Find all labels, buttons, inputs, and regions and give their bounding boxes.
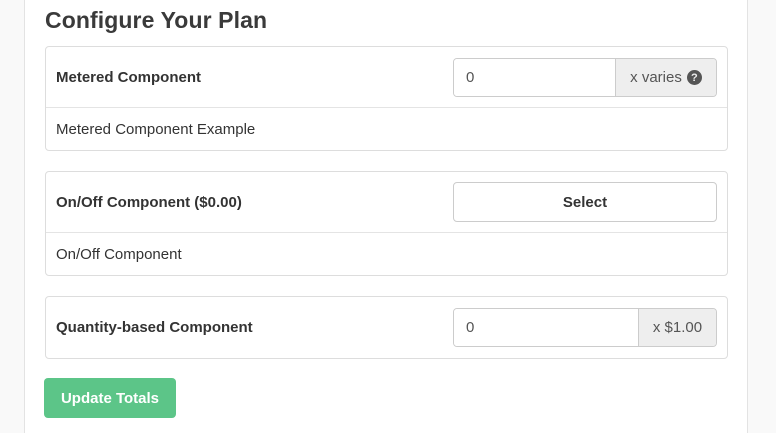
metered-quantity-group: x varies ? <box>453 58 717 97</box>
quantity-component-card: Quantity-based Component x $1.00 <box>45 296 728 359</box>
metered-quantity-input[interactable] <box>454 59 615 96</box>
onoff-component-name: On/Off Component ($0.00) <box>56 194 242 211</box>
quantity-input[interactable] <box>454 309 638 346</box>
metered-unit-addon: x varies ? <box>615 59 716 96</box>
update-totals-button[interactable]: Update Totals <box>44 378 176 418</box>
metered-unit-label: x varies <box>630 69 682 86</box>
metered-component-header: Metered Component x varies ? <box>46 47 727 108</box>
metered-component-name: Metered Component <box>56 69 202 86</box>
metered-component-description: Metered Component Example <box>56 120 256 138</box>
quantity-unit-label: x $1.00 <box>652 319 703 336</box>
onoff-component-header: On/Off Component ($0.00) Select <box>46 172 727 233</box>
onoff-component-description: On/Off Component <box>56 245 182 263</box>
metered-component-card: Metered Component x varies ? Metered Com… <box>45 46 728 151</box>
page-title: Configure Your Plan <box>45 7 268 33</box>
quantity-group: x $1.00 <box>453 308 717 347</box>
plan-config-panel: Configure Your Plan Metered Component x … <box>24 0 748 433</box>
help-icon[interactable]: ? <box>686 70 702 85</box>
quantity-unit-addon: x $1.00 <box>638 309 716 346</box>
quantity-component-name: Quantity-based Component <box>56 319 253 336</box>
select-button[interactable]: Select <box>453 182 717 222</box>
quantity-component-header: Quantity-based Component x $1.00 <box>46 297 727 358</box>
onoff-component-card: On/Off Component ($0.00) Select On/Off C… <box>45 171 728 276</box>
